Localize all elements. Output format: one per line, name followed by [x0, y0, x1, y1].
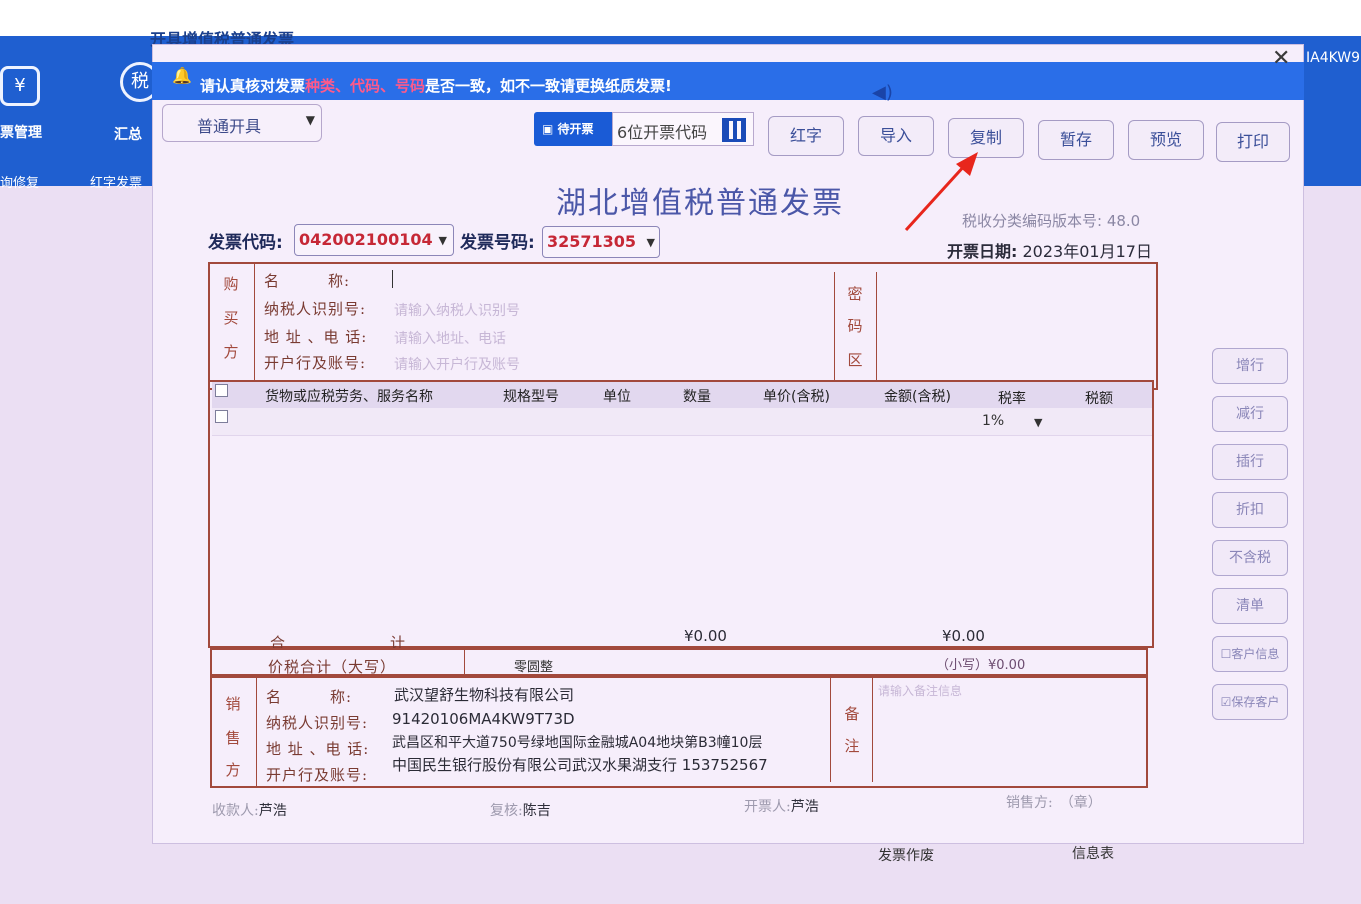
- buyer-side-label-1: 购: [223, 275, 239, 293]
- col-unit-price: 单价(含税): [763, 389, 830, 405]
- buyer-address-input[interactable]: 请输入地址、电话: [394, 328, 506, 348]
- cipher-label-2: 码: [847, 317, 863, 335]
- seller-side-label-1: 销: [225, 695, 241, 713]
- pending-invoice-tag[interactable]: ▣ 待开票: [534, 112, 612, 146]
- add-row-button[interactable]: 增行: [1212, 348, 1288, 384]
- customer-info-button[interactable]: ☐客户信息: [1212, 636, 1288, 672]
- issuer: 开票人:芦浩: [744, 799, 819, 815]
- invoice-code-select[interactable]: 042002100104 ▼: [294, 224, 454, 256]
- col-goods-name: 货物或应税劳务、服务名称: [265, 389, 433, 405]
- discount-button[interactable]: 折扣: [1212, 492, 1288, 528]
- payee: 收款人:芦浩: [212, 803, 287, 819]
- col-tax-amount: 税额: [1085, 391, 1113, 407]
- checkbox-icon: ☐: [1220, 647, 1232, 661]
- divider: [254, 262, 255, 382]
- issue-mode-select[interactable]: 普通开具 ▼: [162, 104, 322, 142]
- bell-icon: 🔔: [172, 66, 192, 85]
- background-code-fragment: IA4KW9: [1306, 50, 1361, 66]
- buyer-bank-input[interactable]: 请输入开户行及账号: [394, 354, 520, 374]
- save-draft-button[interactable]: 暂存: [1038, 120, 1114, 160]
- chevron-down-icon: ▼: [305, 113, 315, 127]
- divider: [834, 272, 835, 382]
- nav-item-repair[interactable]: 询修复: [0, 172, 39, 191]
- invoice-number-label: 发票号码:: [460, 233, 535, 253]
- buyer-tax-input[interactable]: 请输入纳税人识别号: [394, 300, 520, 320]
- cipher-label-3: 区: [847, 351, 863, 369]
- seller-tax-label: 纳税人识别号:: [266, 714, 369, 732]
- seller-bank-value: 中国民生银行股份有限公司武汉水果湖支行 153752567: [392, 756, 768, 774]
- nav-item-red-invoice[interactable]: 红字发票: [90, 172, 142, 191]
- close-icon[interactable]: ✕: [1272, 46, 1290, 71]
- print-button[interactable]: 打印: [1216, 122, 1290, 162]
- seller-address-value: 武昌区和平大道750号绿地国际金融城A04地块第B3幢10层: [392, 735, 763, 751]
- divider: [256, 678, 257, 786]
- invoice-number-select[interactable]: 32571305 ▼: [542, 226, 660, 258]
- info-sheet-link[interactable]: 信息表: [1072, 843, 1114, 863]
- buyer-bank-label: 开户行及账号:: [264, 354, 367, 372]
- reviewer: 复核:陈吉: [490, 803, 551, 819]
- seller-seal: 销售方: （章）: [1006, 795, 1102, 811]
- small-total-value: （小写）¥0.00: [936, 658, 1026, 673]
- remark-input[interactable]: 请输入备注信息: [878, 682, 962, 699]
- checked-checkbox-icon: ☑: [1220, 695, 1232, 709]
- seller-bank-label: 开户行及账号:: [266, 766, 369, 784]
- invoice-code-label: 发票代码:: [208, 233, 283, 253]
- capital-total-label: 价税合计（大写）: [268, 658, 397, 676]
- invoice-title: 湖北增值税普通发票: [556, 186, 844, 221]
- save-customer-button[interactable]: ☑保存客户: [1212, 684, 1288, 720]
- remark-label-1: 备: [844, 705, 860, 723]
- sidebar-item-invoice-manage[interactable]: 票管理: [0, 122, 42, 142]
- speaker-icon[interactable]: ◀): [872, 82, 893, 103]
- divider: [876, 272, 877, 382]
- seller-name-value: 武汉望舒生物科技有限公司: [394, 686, 575, 704]
- invoice-manage-icon[interactable]: ¥: [0, 66, 40, 106]
- buyer-tax-label: 纳税人识别号:: [264, 300, 367, 318]
- red-invoice-button[interactable]: 红字: [768, 116, 844, 156]
- insert-row-button[interactable]: 插行: [1212, 444, 1288, 480]
- seller-address-label: 地 址 、电 话:: [266, 740, 370, 758]
- preview-button[interactable]: 预览: [1128, 120, 1204, 160]
- row-checkbox[interactable]: [215, 410, 228, 423]
- tax-rate-select[interactable]: 1% ▼: [978, 410, 1050, 434]
- seller-tax-value: 91420106MA4KW9T73D: [392, 710, 575, 728]
- remark-label-2: 注: [844, 737, 860, 755]
- col-unit: 单位: [603, 389, 631, 405]
- buyer-side-label-3: 方: [223, 343, 239, 361]
- chevron-down-icon: ▼: [438, 234, 447, 247]
- issue-date: 开票日期: 2023年01月17日: [947, 242, 1152, 261]
- seller-name-label: 名 称:: [266, 688, 353, 706]
- invoice-void-link[interactable]: 发票作废: [878, 845, 934, 865]
- seller-side-label-2: 售: [225, 729, 241, 747]
- col-spec: 规格型号: [503, 389, 559, 405]
- cipher-label-1: 密: [847, 285, 863, 303]
- capital-total-value: 零圆整: [514, 660, 554, 675]
- total-amount: ¥0.00: [684, 627, 727, 645]
- divider: [464, 650, 465, 674]
- chevron-down-icon: ▼: [1034, 416, 1043, 429]
- chevron-down-icon: ▼: [646, 236, 655, 249]
- total-tax: ¥0.00: [942, 627, 985, 645]
- sidebar-item-summary[interactable]: 汇总: [114, 124, 142, 144]
- divider: [830, 678, 831, 782]
- list-button[interactable]: 清单: [1212, 588, 1288, 624]
- buyer-name-input[interactable]: [392, 270, 393, 288]
- col-tax-rate: 税率: [998, 391, 1026, 407]
- delete-row-button[interactable]: 减行: [1212, 396, 1288, 432]
- document-icon: ▣: [542, 122, 554, 136]
- buyer-name-label: 名 称:: [264, 272, 351, 290]
- notice-message: 请认真核对发票种类、代码、号码是否一致，如不一致请更换纸质发票!: [200, 77, 672, 95]
- divider: [872, 678, 873, 782]
- buyer-address-label: 地 址 、电 话:: [264, 328, 368, 346]
- seller-side-label-3: 方: [225, 761, 241, 779]
- tax-code-version: 税收分类编码版本号: 48.0: [962, 212, 1141, 230]
- col-quantity: 数量: [683, 389, 711, 405]
- tax-exclusive-button[interactable]: 不含税: [1212, 540, 1288, 576]
- col-amount: 金额(含税): [884, 389, 951, 405]
- select-all-checkbox[interactable]: [215, 384, 228, 397]
- qr-code-icon[interactable]: [722, 118, 746, 142]
- buyer-side-label-2: 买: [223, 309, 239, 327]
